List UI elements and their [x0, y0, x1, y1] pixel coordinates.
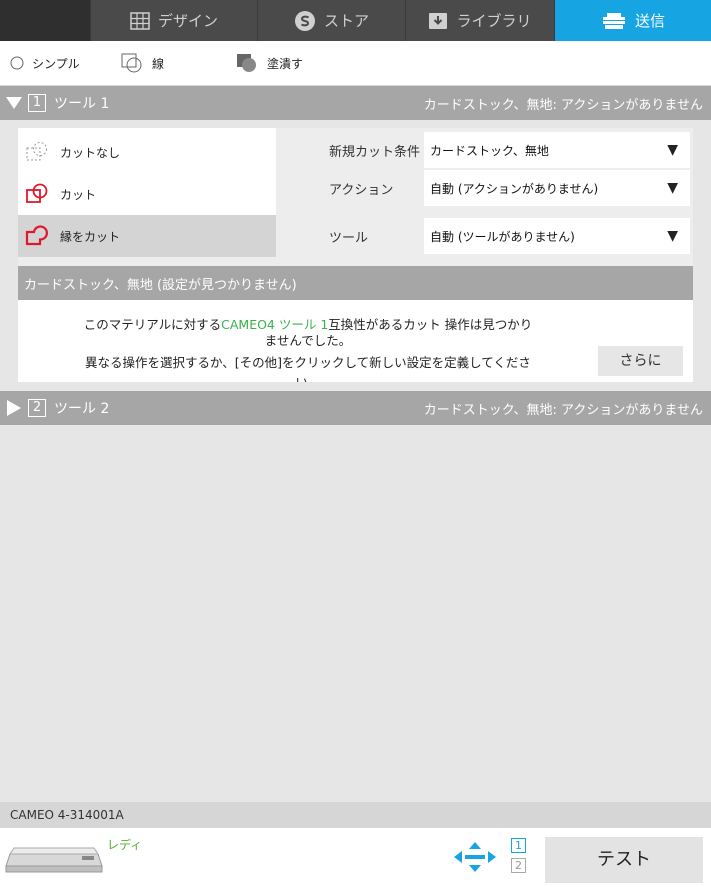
warning-line-3: 異なる操作を選択するか、[その他]をクリックして新しい設定を定義してくださ — [85, 355, 531, 370]
cutter-device-icon — [5, 847, 103, 873]
tool1-number: 1 — [28, 94, 46, 112]
radio-icon — [10, 56, 24, 70]
prop-material-label: 新規カット条件 — [329, 144, 421, 160]
material-value: カードストック、無地 — [430, 143, 549, 158]
tab-store-label: ストア — [323, 12, 369, 30]
tool2-number: 2 — [28, 399, 46, 417]
warning-line-4: い。 — [18, 372, 598, 382]
mode-simple-label: シンプル — [32, 56, 80, 71]
tool2-header[interactable]: 2 ツール 2 カードストック、無地: アクションがありません — [0, 391, 711, 425]
fill-mode-icon — [237, 54, 256, 72]
tab-library-label: ライブラリ — [456, 12, 532, 30]
tab-send-label: 送信 — [634, 12, 665, 30]
tool1-header[interactable]: 1 ツール 1 カードストック、無地: アクションがありません — [0, 86, 711, 120]
tool1-label: ツール 1 — [54, 96, 110, 112]
tool2-label: ツール 2 — [54, 401, 110, 417]
grid-icon — [130, 11, 150, 30]
tool-select[interactable]: 自動 (ツールがありません) ▼ — [424, 218, 690, 254]
prop-row-material: 新規カット条件 カードストック、無地 ▼ — [18, 132, 693, 168]
more-button[interactable]: さらに — [598, 346, 683, 376]
prop-row-action: アクション 自動 (アクションがありません) ▼ — [18, 170, 693, 206]
warning-line-2: ませんでした。 — [264, 333, 352, 348]
mode-line[interactable]: 線 — [120, 41, 164, 85]
tab-design-label: デザイン — [157, 12, 218, 30]
nav-spacer — [0, 0, 90, 41]
tab-design[interactable]: デザイン — [90, 0, 257, 41]
expand-triangle-icon[interactable] — [6, 400, 22, 416]
tool2-summary: カードストック、無地: アクションがありません — [423, 402, 703, 418]
dropdown-arrow-icon: ▼ — [667, 228, 678, 244]
device-bar: CAMEO 4-314001A — [0, 802, 711, 828]
material-select[interactable]: カードストック、無地 ▼ — [424, 132, 690, 168]
device-name: CAMEO 4-314001A — [10, 808, 124, 822]
tab-library[interactable]: ライブラリ — [405, 0, 554, 41]
prop-action-label: アクション — [329, 182, 394, 198]
tool-value: 自動 (ツールがありません) — [430, 229, 575, 244]
tab-store[interactable]: ストア — [257, 0, 405, 41]
mode-fill-label: 塗潰す — [267, 56, 304, 71]
action-select[interactable]: 自動 (アクションがありません) ▼ — [424, 170, 690, 206]
prop-row-tool: ツール 自動 (ツールがありません) ▼ — [18, 218, 693, 254]
top-nav: デザイン ストア ライブラリ 送信 — [0, 0, 711, 41]
warning-body: このマテリアルに対するCAMEO4 ツール 1互換性があるカット 操作は見つかり… — [18, 300, 693, 382]
line-mode-icon — [121, 53, 142, 73]
dropdown-arrow-icon: ▼ — [667, 180, 678, 196]
send-icon — [602, 12, 625, 29]
store-icon — [294, 10, 315, 31]
bottom-bar: レディ 1 2 テスト — [0, 828, 711, 887]
mode-bar: シンプル 線 塗潰す — [0, 41, 711, 86]
tool1-summary: カードストック、無地: アクションがありません — [423, 97, 703, 113]
tab-send[interactable]: 送信 — [554, 0, 711, 41]
collapse-triangle-icon[interactable] — [6, 96, 22, 110]
device-status: レディ — [107, 838, 143, 852]
move-arrows-icon[interactable] — [452, 840, 498, 874]
test-button[interactable]: テスト — [545, 837, 703, 883]
warning-header: カードストック、無地 (設定が見つかりません) — [18, 266, 693, 300]
page-1-indicator[interactable]: 1 — [511, 838, 526, 853]
prop-tool-label: ツール — [329, 230, 369, 246]
mode-fill[interactable]: 塗潰す — [235, 41, 303, 85]
tool1-panel: カットなし カット 縁をカット 新規カット条件 カードストック、無地 ▼ アクシ… — [18, 128, 693, 382]
page-2-indicator[interactable]: 2 — [511, 858, 526, 873]
dropdown-arrow-icon: ▼ — [667, 142, 678, 158]
mode-simple[interactable]: シンプル — [10, 41, 80, 85]
action-value: 自動 (アクションがありません) — [430, 181, 599, 196]
library-icon — [429, 12, 448, 29]
mode-line-label: 線 — [152, 56, 165, 71]
warning-title: カードストック、無地 (設定が見つかりません) — [24, 277, 297, 293]
